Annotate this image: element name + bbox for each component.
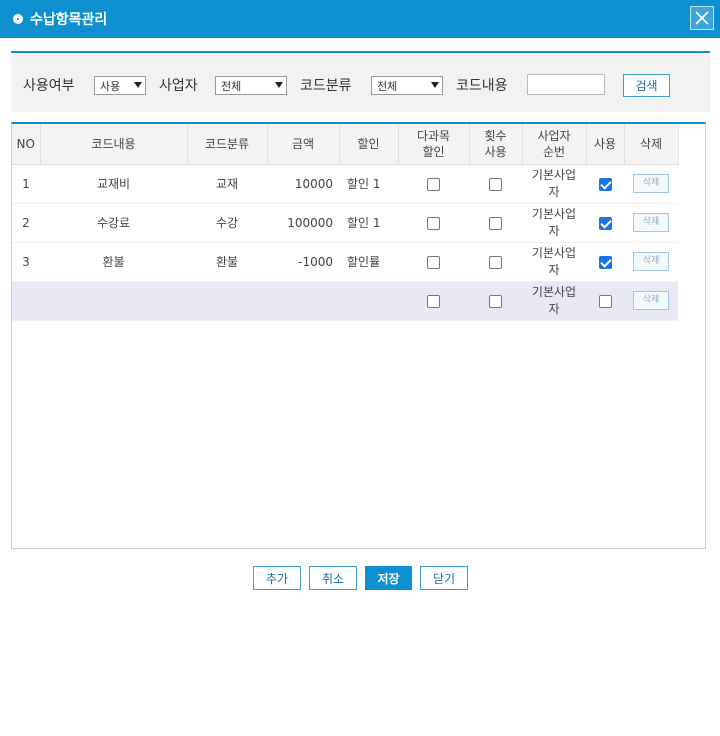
delete-row-button[interactable]: 삭제 (633, 174, 669, 193)
col-header-no: NO (12, 124, 41, 165)
cell-multi-course[interactable] (398, 203, 469, 243)
cancel-button[interactable]: 취소 (309, 566, 357, 590)
cell-amount[interactable]: 10000 (267, 164, 339, 204)
col-header-amount: 금액 (267, 124, 340, 165)
content-filter-label: 코드내용 (456, 78, 508, 94)
use-checkbox[interactable] (598, 255, 612, 269)
cell-biz-order[interactable]: 기본사업 자 (522, 242, 586, 282)
col-header-delete: 삭제 (624, 124, 679, 165)
chevron-down-icon (431, 82, 439, 88)
use-checkbox[interactable] (598, 216, 612, 230)
close-button[interactable] (690, 6, 714, 30)
count-use-checkbox[interactable] (489, 216, 502, 230)
cell-multi-course[interactable] (398, 242, 469, 282)
count-use-checkbox[interactable] (489, 294, 502, 308)
table-row[interactable]: 2 수강료 수강 100000 할인 1 기본사업 자 삭제 (12, 203, 678, 243)
cell-amount[interactable]: -1000 (267, 242, 339, 282)
cell-count-use[interactable] (469, 164, 522, 204)
cell-no: 1 (12, 164, 40, 204)
cell-use[interactable] (586, 164, 624, 204)
count-use-checkbox[interactable] (489, 177, 502, 191)
cell-use[interactable] (586, 242, 624, 282)
cell-category[interactable]: 수강 (187, 203, 267, 243)
cell-amount[interactable] (267, 281, 339, 321)
cell-delete[interactable]: 삭제 (624, 164, 678, 204)
title-bullet-icon (13, 14, 23, 24)
chevron-down-icon (275, 82, 283, 88)
table-header-row: NO 코드내용 코드분류 금액 할인 다과목 할인 횟수 사용 사업자 순번 사용 삭… (12, 124, 679, 165)
col-header-discount: 할인 (339, 124, 399, 165)
col-header-count-use: 횟수 사용 (469, 124, 523, 165)
chevron-down-icon (134, 82, 142, 88)
cell-biz-order[interactable]: 기본사업 자 (522, 203, 586, 243)
items-grid: NO 코드내용 코드분류 금액 할인 다과목 할인 횟수 사용 사업자 순번 사용 삭… (11, 122, 706, 549)
search-button[interactable]: 검색 (623, 74, 670, 97)
business-filter-label: 사업자 (159, 78, 198, 94)
cell-discount[interactable]: 할인률 (339, 242, 398, 282)
table-row-selected[interactable]: 기본사업 자 삭제 (12, 281, 678, 321)
category-filter-select[interactable]: 전체 (371, 76, 443, 95)
table-row[interactable]: 3 환불 환불 -1000 할인률 기본사업 자 삭제 (12, 242, 678, 282)
cell-use[interactable] (586, 281, 624, 321)
cell-count-use[interactable] (469, 242, 522, 282)
search-panel: 사용여부 사용 사업자 전체 코드분류 전체 코드내용 검색 (11, 51, 710, 112)
cell-discount[interactable] (339, 281, 398, 321)
title-bar: 수납항목관리 (0, 0, 720, 38)
col-header-biz-order: 사업자 순번 (522, 124, 587, 165)
multi-course-checkbox[interactable] (427, 255, 440, 269)
cell-content[interactable]: 교재비 (40, 164, 187, 204)
count-use-checkbox[interactable] (489, 255, 502, 269)
cell-multi-course[interactable] (398, 281, 469, 321)
table-row[interactable]: 1 교재비 교재 10000 할인 1 기본사업 자 삭제 (12, 164, 678, 204)
cell-no: 2 (12, 203, 40, 243)
category-filter-label: 코드분류 (300, 78, 352, 94)
cell-content[interactable] (40, 281, 187, 321)
business-filter-select[interactable]: 전체 (215, 76, 287, 95)
save-button[interactable]: 저장 (365, 566, 412, 590)
cell-biz-order[interactable]: 기본사업 자 (522, 164, 586, 204)
col-header-multi-course: 다과목 할인 (398, 124, 470, 165)
delete-row-button[interactable]: 삭제 (633, 291, 669, 310)
cell-multi-course[interactable] (398, 164, 469, 204)
multi-course-checkbox[interactable] (427, 294, 440, 308)
cell-count-use[interactable] (469, 281, 522, 321)
use-filter-value: 사용 (100, 79, 121, 93)
items-table: NO 코드내용 코드분류 금액 할인 다과목 할인 횟수 사용 사업자 순번 사용 삭… (12, 124, 679, 321)
cell-category[interactable] (187, 281, 267, 321)
use-checkbox[interactable] (598, 177, 612, 191)
content-search-input[interactable] (527, 74, 605, 95)
cell-amount[interactable]: 100000 (267, 203, 339, 243)
col-header-use: 사용 (586, 124, 625, 165)
cell-category[interactable]: 교재 (187, 164, 267, 204)
cell-no (12, 281, 40, 321)
cell-content[interactable]: 수강료 (40, 203, 187, 243)
category-filter-value: 전체 (377, 79, 398, 93)
delete-row-button[interactable]: 삭제 (633, 252, 669, 271)
use-checkbox[interactable] (598, 294, 612, 308)
cell-discount[interactable]: 할인 1 (339, 203, 398, 243)
col-header-category: 코드분류 (187, 124, 268, 165)
business-filter-value: 전체 (221, 79, 242, 93)
cell-delete[interactable]: 삭제 (624, 281, 678, 321)
use-filter-label: 사용여부 (23, 78, 75, 94)
cell-category[interactable]: 환불 (187, 242, 267, 282)
col-header-content: 코드내용 (40, 124, 188, 165)
delete-row-button[interactable]: 삭제 (633, 213, 669, 232)
close-dialog-button[interactable]: 닫기 (420, 566, 468, 590)
cell-count-use[interactable] (469, 203, 522, 243)
cell-delete[interactable]: 삭제 (624, 203, 678, 243)
window-title: 수납항목관리 (30, 12, 108, 28)
footer-button-bar: 추가 취소 저장 닫기 (0, 566, 720, 592)
cell-delete[interactable]: 삭제 (624, 242, 678, 282)
cell-discount[interactable]: 할인 1 (339, 164, 398, 204)
multi-course-checkbox[interactable] (427, 177, 440, 191)
multi-course-checkbox[interactable] (427, 216, 440, 230)
cell-use[interactable] (586, 203, 624, 243)
cell-content[interactable]: 환불 (40, 242, 187, 282)
use-filter-select[interactable]: 사용 (94, 76, 146, 95)
cell-no: 3 (12, 242, 40, 282)
add-button[interactable]: 추가 (253, 566, 301, 590)
cell-biz-order[interactable]: 기본사업 자 (522, 281, 586, 321)
close-icon (695, 11, 709, 25)
